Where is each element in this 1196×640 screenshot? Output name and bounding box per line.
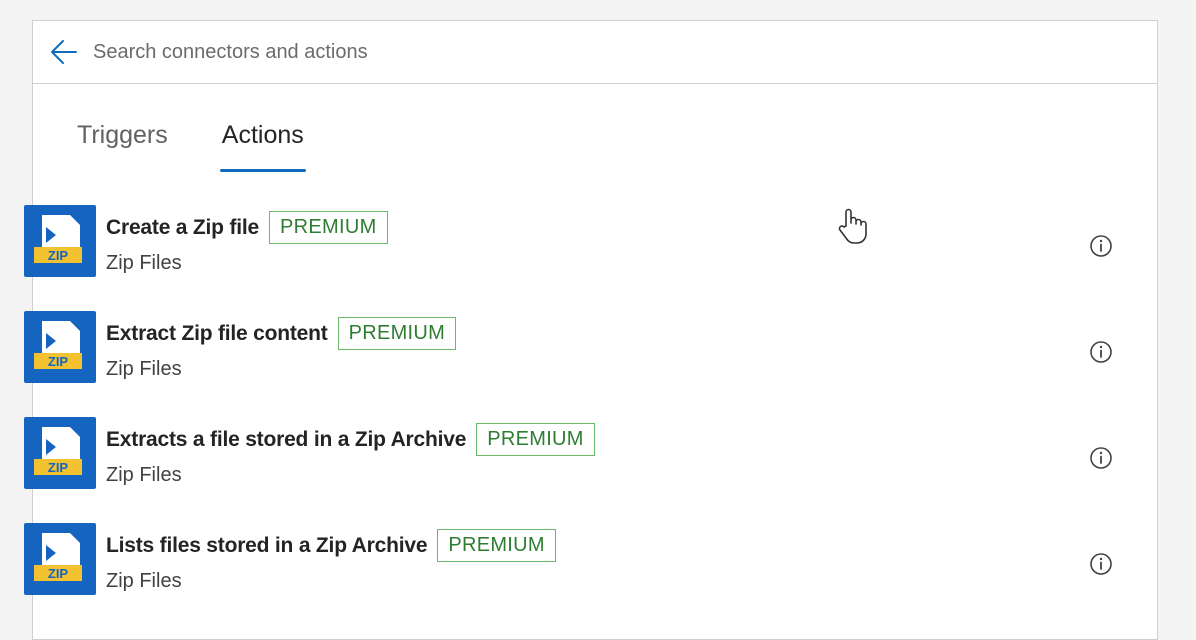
- action-item[interactable]: ZIP Create a Zip file PREMIUM Zip Files: [24, 205, 1114, 311]
- action-connector: Zip Files: [106, 464, 182, 486]
- premium-badge: PREMIUM: [437, 529, 556, 562]
- action-title-row: Extracts a file stored in a Zip Archive …: [106, 423, 595, 456]
- hand-cursor-icon: [836, 206, 870, 246]
- info-icon[interactable]: [1088, 551, 1114, 577]
- svg-text:ZIP: ZIP: [48, 354, 69, 369]
- premium-badge: PREMIUM: [268, 211, 388, 244]
- action-text: Create a Zip file PREMIUM Zip Files: [106, 211, 388, 275]
- action-title: Lists files stored in a Zip Archive: [106, 533, 428, 557]
- action-title: Extract Zip file content: [106, 321, 328, 345]
- svg-text:ZIP: ZIP: [48, 248, 69, 263]
- info-icon[interactable]: [1088, 445, 1114, 471]
- svg-text:ZIP: ZIP: [48, 460, 69, 475]
- action-item[interactable]: ZIP Extract Zip file content PREMIUM Zip…: [24, 311, 1114, 417]
- zip-files-icon: ZIP: [24, 311, 96, 383]
- action-title: Extracts a file stored in a Zip Archive: [106, 427, 467, 451]
- premium-badge: PREMIUM: [476, 423, 595, 456]
- tab-triggers[interactable]: Triggers: [77, 121, 168, 172]
- zip-files-icon: ZIP: [24, 523, 96, 595]
- tab-list: Triggers Actions: [77, 121, 306, 172]
- action-item[interactable]: ZIP Lists files stored in a Zip Archive …: [24, 523, 1114, 629]
- action-title: Create a Zip file: [106, 215, 259, 239]
- search-bar: [33, 21, 1157, 84]
- action-text: Extracts a file stored in a Zip Archive …: [106, 423, 595, 487]
- info-icon[interactable]: [1088, 233, 1114, 259]
- zip-files-icon: ZIP: [24, 417, 96, 489]
- action-list: ZIP Create a Zip file PREMIUM Zip Files: [24, 205, 1114, 629]
- action-title-row: Extract Zip file content PREMIUM: [106, 317, 457, 350]
- action-connector: Zip Files: [106, 252, 182, 274]
- action-connector: Zip Files: [106, 570, 182, 592]
- action-title-row: Lists files stored in a Zip Archive PREM…: [106, 529, 556, 562]
- action-text: Extract Zip file content PREMIUM Zip Fil…: [106, 317, 457, 381]
- action-title-row: Create a Zip file PREMIUM: [106, 211, 388, 244]
- premium-badge: PREMIUM: [337, 317, 457, 350]
- svg-text:ZIP: ZIP: [48, 566, 69, 581]
- info-icon[interactable]: [1088, 339, 1114, 365]
- action-item[interactable]: ZIP Extracts a file stored in a Zip Arch…: [24, 417, 1114, 523]
- action-connector: Zip Files: [106, 358, 182, 380]
- zip-files-icon: ZIP: [24, 205, 96, 277]
- action-text: Lists files stored in a Zip Archive PREM…: [106, 529, 556, 593]
- search-input[interactable]: [91, 39, 995, 65]
- tab-actions[interactable]: Actions: [219, 121, 306, 172]
- arrow-left-icon[interactable]: [47, 35, 81, 69]
